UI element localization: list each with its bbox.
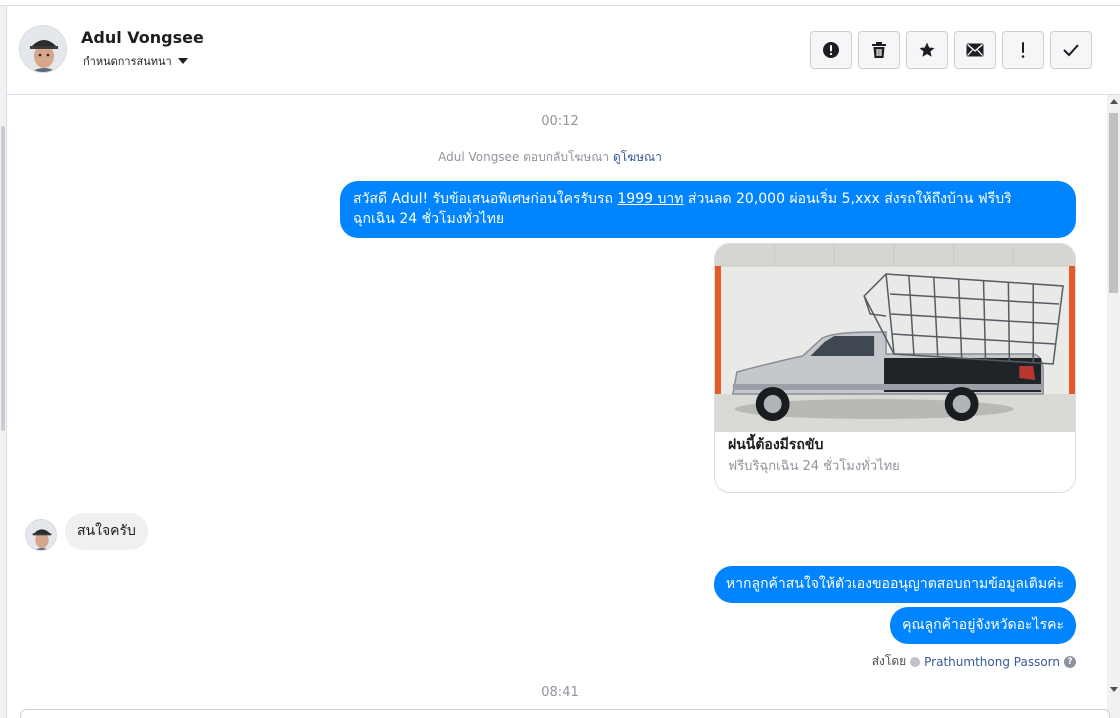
contact-name[interactable]: Adul Vongsee xyxy=(81,28,204,47)
envelope-icon xyxy=(966,43,984,57)
conversation-label-dropdown[interactable]: กำหนดการสนทนา xyxy=(83,52,188,70)
message-text: คุณลูกค้าอยู่จังหวัดอะไรคะ xyxy=(902,617,1064,633)
help-icon[interactable]: ? xyxy=(1064,655,1076,668)
done-button[interactable] xyxy=(1050,31,1092,69)
left-scrollbar-thumb[interactable] xyxy=(1,126,5,431)
message-composer[interactable] xyxy=(20,709,1110,718)
sent-by-info: ส่งโดย Prathumthong Passorn ? xyxy=(872,652,1076,671)
outgoing-message[interactable]: คุณลูกค้าอยู่จังหวัดอะไรคะ xyxy=(890,607,1076,644)
sender-name-link[interactable]: Prathumthong Passorn xyxy=(924,655,1060,669)
ad-card-subtitle: ฟรีบริฉุกเฉิน 24 ชั่วโมงทั่วไทย xyxy=(728,459,900,474)
exclamation-icon xyxy=(1021,42,1025,58)
conversation-toolbar xyxy=(810,31,1092,69)
avatar-photo xyxy=(26,520,56,550)
ad-reply-text: Adul Vongsee ตอบกลับโฆษณา xyxy=(438,150,610,164)
sent-by-prefix: ส่งโดย xyxy=(871,654,907,668)
alert-circle-icon xyxy=(823,42,839,58)
message-text: ฉุกเฉิน 24 ชั่วโมงทั่วไทย xyxy=(353,211,505,227)
left-panel-edge xyxy=(0,6,7,718)
ad-card-title: ฝนนี้ต้องมีรถขับ xyxy=(728,437,824,453)
mark-unread-button[interactable] xyxy=(954,31,996,69)
important-button[interactable] xyxy=(1002,31,1044,69)
price-link[interactable]: 1999 บาท xyxy=(617,191,683,207)
window-top-border xyxy=(0,0,1120,6)
sender-avatar[interactable] xyxy=(25,519,57,551)
incoming-message[interactable]: สนใจครับ xyxy=(65,513,148,550)
outgoing-message[interactable]: สวัสดี Adul! รับข้อเสนอพิเศษก่อนใครรับรถ… xyxy=(340,181,1076,238)
check-circle-icon xyxy=(910,656,921,667)
avatar-photo xyxy=(20,26,66,72)
trash-icon xyxy=(872,42,886,58)
message-text: หากลูกค้าสนใจให้ตัวเองขออนุญาตสอบถามข้อม… xyxy=(725,576,1064,592)
message-text: สวัสดี Adul! รับข้อเสนอพิเศษก่อนใครรับรถ xyxy=(353,191,618,207)
view-ad-link[interactable]: ดูโฆษณา xyxy=(613,150,662,164)
message-timestamp: 00:12 xyxy=(541,114,579,129)
contact-avatar[interactable] xyxy=(19,25,67,73)
check-icon xyxy=(1063,44,1079,57)
conversation-label-text: กำหนดการสนทนา xyxy=(83,55,172,68)
message-scrollbar[interactable] xyxy=(1107,95,1120,718)
scrollbar-thumb[interactable] xyxy=(1109,113,1118,293)
chevron-down-icon xyxy=(177,58,188,64)
conversation-header: Adul Vongsee กำหนดการสนทนา xyxy=(7,7,1120,95)
report-button[interactable] xyxy=(810,31,852,69)
message-timestamp: 08:41 xyxy=(541,685,579,700)
star-button[interactable] xyxy=(906,31,948,69)
message-text: สนใจครับ xyxy=(77,523,136,539)
ad-truck-image xyxy=(715,244,1075,432)
ad-reply-note: Adul Vongsee ตอบกลับโฆษณา ดูโฆษณา xyxy=(0,148,1100,167)
outgoing-message[interactable]: หากลูกค้าสนใจให้ตัวเองขออนุญาตสอบถามข้อม… xyxy=(713,566,1076,603)
message-text: ส่วนลด 20,000 ผ่อนเริ่ม 5,xxx ส่งรถให้ถึ… xyxy=(683,191,1012,207)
delete-button[interactable] xyxy=(858,31,900,69)
star-icon xyxy=(919,42,935,57)
ad-preview-card[interactable]: ฝนนี้ต้องมีรถขับ ฟรีบริฉุกเฉิน 24 ชั่วโม… xyxy=(714,243,1076,493)
scroll-up-arrow-icon[interactable] xyxy=(1110,99,1118,104)
